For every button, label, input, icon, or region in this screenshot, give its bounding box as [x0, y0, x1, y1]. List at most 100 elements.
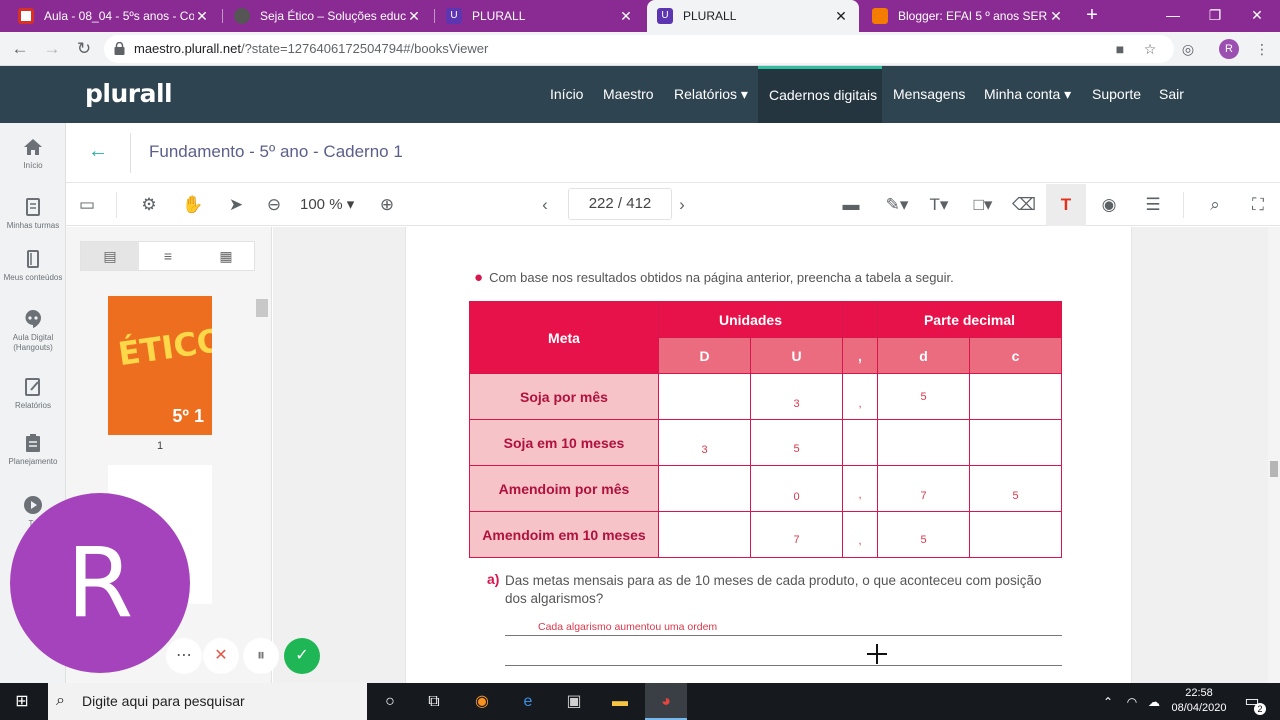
- table-cell[interactable]: [969, 419, 1062, 466]
- table-cell[interactable]: [842, 419, 878, 466]
- address-bar[interactable]: maestro.plurall.net/?state=1276406172504…: [104, 35, 1174, 63]
- table-cell[interactable]: 5: [750, 419, 843, 466]
- rail-item-inicio[interactable]: Início: [0, 137, 66, 171]
- table-cell[interactable]: 0: [750, 465, 843, 512]
- pointer-cursor-icon[interactable]: ➤: [224, 193, 248, 217]
- close-tab-icon[interactable]: ✕: [406, 8, 422, 25]
- rail-item-minhas-turmas[interactable]: Minhas turmas: [0, 197, 66, 231]
- eraser-icon[interactable]: ⌫: [1012, 193, 1036, 217]
- minimize-button[interactable]: —: [1150, 0, 1196, 30]
- zoom-out-icon[interactable]: ⊖: [262, 193, 286, 217]
- nav-mensagens[interactable]: Mensagens: [882, 66, 976, 123]
- text-tool-icon[interactable]: T▾: [922, 193, 956, 217]
- panel-scrollbar[interactable]: [256, 299, 268, 317]
- rail-item-relatorios[interactable]: Relatórios: [0, 377, 66, 411]
- table-cell[interactable]: ,: [842, 373, 878, 420]
- close-tab-icon[interactable]: ✕: [618, 8, 634, 25]
- task-view-icon[interactable]: ⧉: [422, 690, 446, 714]
- close-tab-icon[interactable]: ✕: [833, 8, 849, 25]
- taskbar-search[interactable]: ⌕ Digite aqui para pesquisar: [48, 683, 367, 720]
- table-cell[interactable]: 5: [969, 465, 1062, 512]
- table-cell[interactable]: 5: [877, 373, 970, 420]
- next-page-icon[interactable]: ›: [670, 193, 694, 217]
- table-cell[interactable]: 5: [877, 511, 970, 558]
- cortana-icon[interactable]: ○: [378, 690, 402, 714]
- browser-tab-plurall-1[interactable]: U PLURALL ✕: [436, 0, 644, 32]
- page-scrollbar[interactable]: [1268, 227, 1280, 683]
- nav-minha-conta[interactable]: Minha conta ▾: [973, 66, 1082, 123]
- browser-tab-aula[interactable]: Aula - 08_04 - 5ºs anos - Conv ✕: [8, 0, 220, 32]
- search-icon[interactable]: ⌕: [1203, 193, 1227, 217]
- close-overlay-icon[interactable]: ✕: [203, 638, 239, 674]
- back-arrow-icon[interactable]: ←: [88, 141, 108, 161]
- camera-blocked-icon[interactable]: ■: [1112, 41, 1128, 57]
- close-tab-icon[interactable]: ✕: [194, 8, 210, 25]
- table-cell[interactable]: 7: [750, 511, 843, 558]
- toggle-sidebar-icon[interactable]: ▭: [75, 193, 99, 217]
- new-tab-button[interactable]: +: [1080, 4, 1104, 28]
- windows-start-icon[interactable]: ⊞: [10, 690, 34, 714]
- zoom-level[interactable]: 100 % ▾: [300, 195, 354, 213]
- app-icon[interactable]: ◉: [470, 690, 494, 714]
- pen-draw-icon[interactable]: ✎▾: [880, 193, 914, 217]
- nav-inicio[interactable]: Início: [539, 66, 594, 123]
- page-thumbnail[interactable]: ÉTICO 5º 1: [108, 296, 212, 435]
- menu-kebab-icon[interactable]: ⋮: [1254, 41, 1270, 57]
- profile-avatar[interactable]: R: [1219, 39, 1239, 59]
- nav-maestro[interactable]: Maestro: [592, 66, 665, 123]
- hand-pan-icon[interactable]: ✋: [181, 193, 205, 217]
- file-explorer-icon[interactable]: ▬: [608, 690, 632, 714]
- shape-tool-icon[interactable]: □▾: [966, 193, 1000, 217]
- table-cell[interactable]: ,: [842, 511, 878, 558]
- browser-tab-plurall-active[interactable]: U PLURALL ✕: [647, 0, 859, 32]
- page-number-input[interactable]: 222 / 412: [568, 188, 672, 220]
- settings-gear-icon[interactable]: ⚙: [137, 193, 161, 217]
- extension-icon[interactable]: ◎: [1180, 41, 1196, 57]
- table-cell[interactable]: [969, 373, 1062, 420]
- fullscreen-icon[interactable]: ⛶: [1246, 193, 1270, 217]
- previous-page-icon[interactable]: ‹: [533, 193, 557, 217]
- rail-item-planejamento[interactable]: Planejamento: [0, 433, 66, 467]
- table-cell[interactable]: [658, 465, 751, 512]
- system-clock[interactable]: 22:58 08/04/2020: [1166, 686, 1232, 716]
- pause-icon[interactable]: ⏸: [243, 638, 279, 674]
- text-highlight-icon[interactable]: T: [1046, 184, 1086, 226]
- outline-tab-icon[interactable]: ≡: [139, 242, 197, 270]
- chevron-up-icon[interactable]: ⌃: [1096, 690, 1120, 714]
- nav-suporte[interactable]: Suporte: [1081, 66, 1152, 123]
- table-cell[interactable]: 3: [750, 373, 843, 420]
- confirm-check-icon[interactable]: ✓: [284, 638, 320, 674]
- reload-button[interactable]: ↻: [72, 38, 96, 60]
- cloud-icon[interactable]: ☁: [1142, 690, 1166, 714]
- edge-icon[interactable]: e: [516, 690, 540, 714]
- rail-item-meus-conteudos[interactable]: Meus conteúdos: [0, 249, 66, 283]
- star-icon[interactable]: ☆: [1142, 41, 1158, 57]
- notes-icon[interactable]: ☰: [1141, 193, 1165, 217]
- table-cell[interactable]: [969, 511, 1062, 558]
- back-button[interactable]: ←: [8, 38, 32, 60]
- scrollbar-thumb[interactable]: [1270, 461, 1278, 477]
- table-cell[interactable]: [658, 373, 751, 420]
- table-cell[interactable]: ,: [842, 465, 878, 512]
- wifi-icon[interactable]: ◠: [1120, 690, 1144, 714]
- close-window-button[interactable]: ✕: [1234, 0, 1280, 30]
- thumbnails-tab-icon[interactable]: ▤: [81, 242, 139, 270]
- answer-annotation[interactable]: Cada algarismo aumentou uma ordem: [538, 621, 717, 633]
- rail-item-aula-digital[interactable]: Aula Digital (Hangouts): [0, 309, 66, 353]
- store-icon[interactable]: ▣: [562, 690, 586, 714]
- browser-tab-seja-etico[interactable]: Seja Ético – Soluções educacio ✕: [224, 0, 432, 32]
- annotations-tab-icon[interactable]: ▦: [197, 242, 255, 270]
- eye-view-icon[interactable]: ◉: [1097, 193, 1121, 217]
- maximize-button[interactable]: ❐: [1192, 0, 1238, 30]
- table-cell[interactable]: 7: [877, 465, 970, 512]
- browser-tab-blogger[interactable]: Blogger: EFAI 5 º anos SER - To ✕: [862, 0, 1074, 32]
- nav-relatorios[interactable]: Relatórios ▾: [663, 66, 759, 123]
- table-cell[interactable]: 3: [658, 419, 751, 466]
- close-tab-icon[interactable]: ✕: [1048, 8, 1064, 25]
- comment-icon[interactable]: ▬: [839, 193, 863, 217]
- plurall-logo[interactable]: plurall: [85, 79, 173, 108]
- table-cell[interactable]: [658, 511, 751, 558]
- zoom-in-icon[interactable]: ⊕: [375, 193, 399, 217]
- participant-avatar[interactable]: R: [10, 493, 190, 673]
- more-options-icon[interactable]: ⋯: [166, 638, 202, 674]
